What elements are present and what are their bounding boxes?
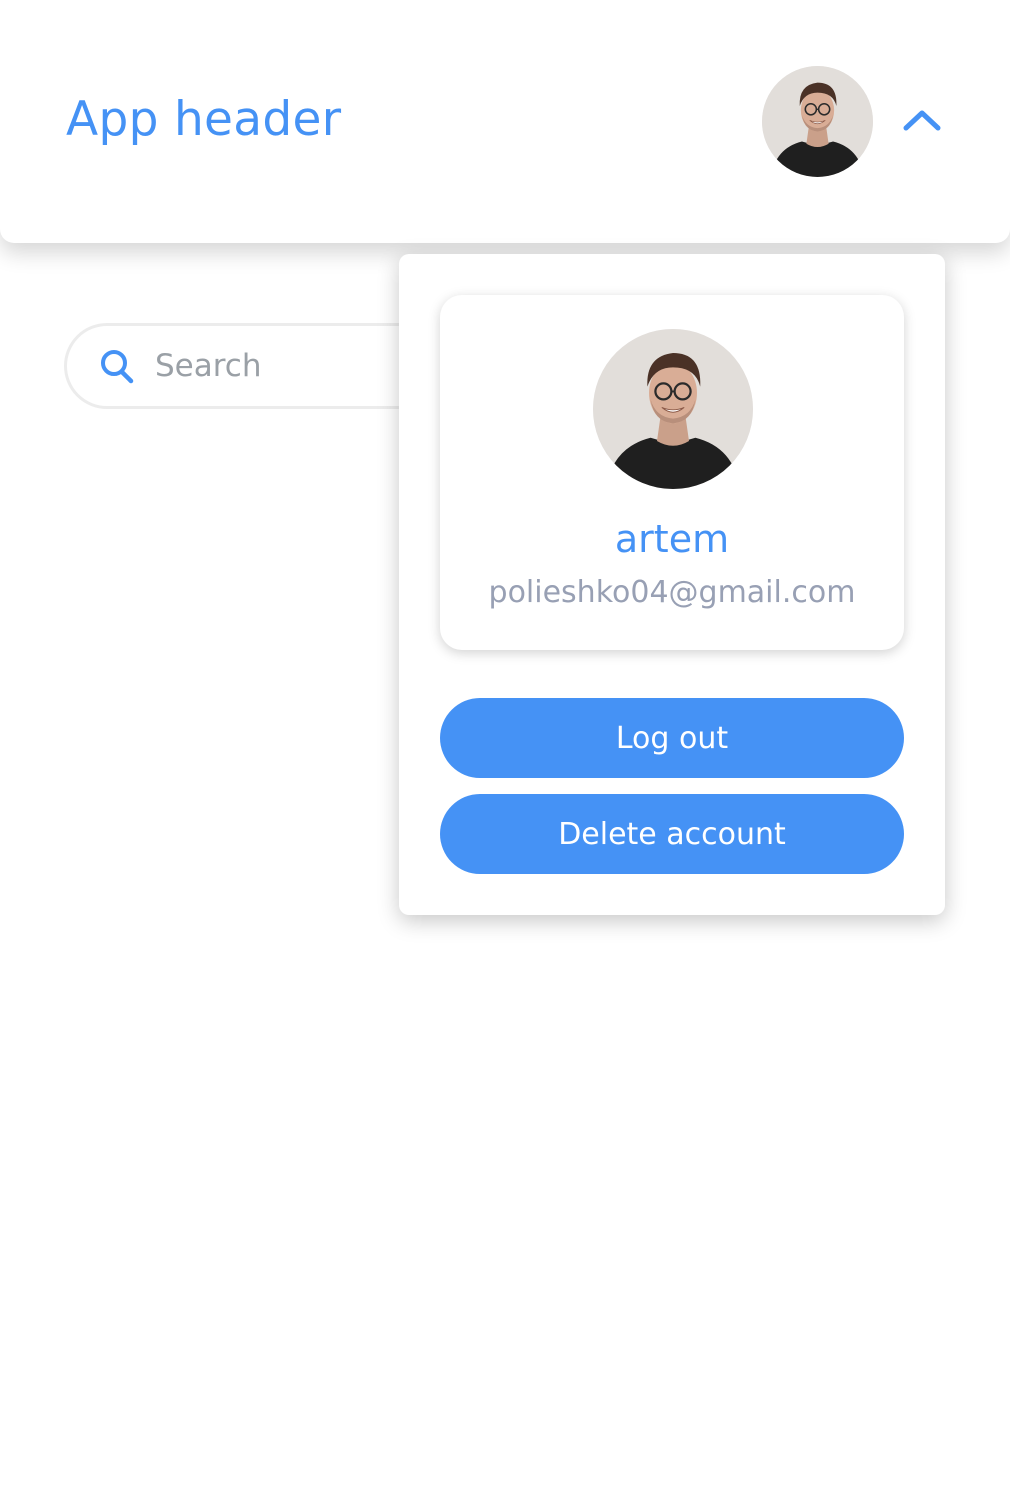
search-icon <box>101 350 134 384</box>
profile-menu-toggle[interactable] <box>898 98 946 142</box>
profile-avatar <box>593 329 753 489</box>
user-avatar-button[interactable] <box>762 66 873 177</box>
user-name: artem <box>614 517 730 561</box>
user-email: polieshko04@gmail.com <box>488 575 856 610</box>
user-avatar-photo <box>762 66 873 177</box>
profile-dropdown: artem polieshko04@gmail.com Log out Dele… <box>399 254 945 915</box>
logout-button[interactable]: Log out <box>440 698 904 778</box>
app-header: App header <box>0 0 1010 243</box>
page: App header artem polieshko04@ <box>0 0 1010 1490</box>
delete-account-button[interactable]: Delete account <box>440 794 904 874</box>
chevron-up-icon <box>903 110 941 131</box>
user-avatar-photo <box>593 329 753 489</box>
page-title: App header <box>66 92 342 147</box>
profile-card: artem polieshko04@gmail.com <box>440 295 904 650</box>
